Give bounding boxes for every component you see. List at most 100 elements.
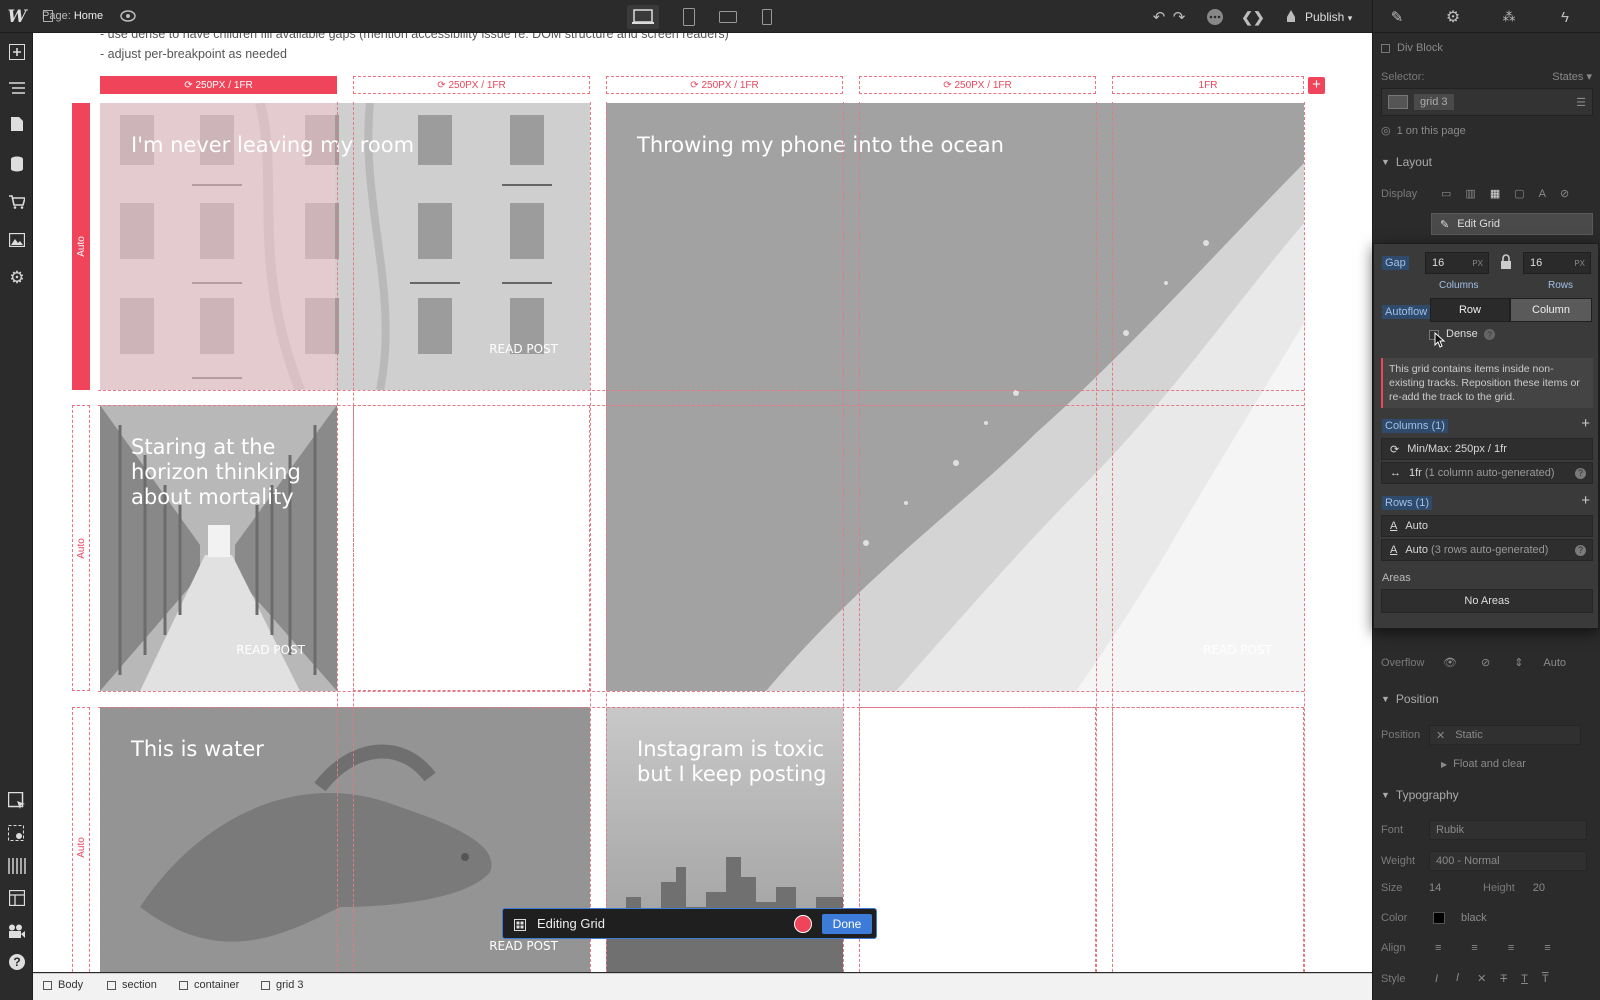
column-track-3[interactable]: ⟳ 250PX / 1FR [606,76,843,94]
record-dot-icon[interactable] [794,915,812,933]
no-areas-button[interactable]: No Areas [1381,589,1593,613]
autoflow-row-button[interactable]: Row [1430,298,1510,322]
row-gap-input[interactable]: 16 PX [1523,252,1591,274]
weight-select[interactable]: 400 - Normal [1429,851,1587,871]
row-item[interactable]: A Auto [1381,515,1593,537]
post-card-ocean[interactable]: Throwing my phone into the ocean READ PO… [606,103,1304,691]
post-card-room[interactable]: I'm never leaving my room READ POST [100,103,590,390]
column-gap-input[interactable]: 16 PX [1425,252,1489,274]
column-track-1[interactable]: ⟳ 250PX / 1FR [100,76,337,94]
position-section-header[interactable]: ▼ Position [1381,692,1592,706]
done-button[interactable]: Done [822,914,872,934]
overflow-visible-icon[interactable]: 👁 [1443,656,1457,669]
overflow-scroll-icon[interactable]: ⇕ [1514,656,1523,669]
align-right-icon[interactable]: ≡ [1508,942,1514,954]
column-item[interactable]: ⟳ Min/Max: 250px / 1fr [1381,438,1593,460]
typography-section-header[interactable]: ▼ Typography [1381,788,1592,802]
italic-alt-icon[interactable]: 𝐼 [1456,972,1459,985]
row-track-2[interactable]: Auto [72,405,90,691]
interactions-drops-icon[interactable]: ⁂ [1499,7,1519,27]
style-brush-icon[interactable]: ✎ [1387,7,1407,27]
help-icon[interactable]: ? [1575,467,1586,479]
selector-menu-icon[interactable]: ☰ [1576,96,1586,109]
navigator-icon[interactable] [6,77,28,99]
italic-icon[interactable]: I [1435,973,1438,985]
comments-icon[interactable] [1205,7,1225,27]
cms-database-icon[interactable] [6,153,28,175]
overflow-hidden-icon[interactable]: ⊘ [1481,656,1490,669]
states-dropdown[interactable]: States ▾ [1552,70,1592,83]
underline-icon[interactable]: T [1521,973,1528,985]
layout-icon[interactable] [6,887,28,909]
breadcrumb-grid[interactable]: grid 3 [261,979,304,991]
add-column-icon[interactable]: + [1581,415,1590,432]
empty-grid-cell[interactable] [353,405,590,691]
align-center-icon[interactable]: ≡ [1471,942,1477,954]
display-inline-icon[interactable]: A [1539,188,1546,200]
video-tutorial-icon[interactable] [6,920,28,942]
display-none-icon[interactable]: ⊘ [1560,187,1569,200]
page-selector[interactable]: Page: Home [42,10,103,22]
breadcrumb-body[interactable]: Body [43,979,83,991]
read-post-link[interactable]: READ POST [1203,643,1272,657]
display-grid-icon[interactable]: ▦ [1490,187,1500,200]
preview-eye-icon[interactable] [118,7,138,25]
desktop-breakpoint-icon[interactable] [627,5,659,29]
column-track-4[interactable]: ⟳ 250PX / 1FR [859,76,1096,94]
overflow-auto[interactable]: Auto [1543,657,1566,669]
row-track-3[interactable]: Auto [72,707,90,972]
gap-lock-icon[interactable] [1500,254,1512,270]
display-inline-block-icon[interactable]: ▢ [1514,187,1524,200]
position-select[interactable]: ✕ Static [1429,725,1581,745]
add-row-icon[interactable]: + [1581,492,1590,509]
color-value[interactable]: black [1461,912,1487,924]
grid-overlay-icon[interactable] [6,855,28,877]
size-input[interactable]: 14 [1429,882,1469,894]
mobile-portrait-icon[interactable] [760,7,774,27]
height-input[interactable]: 20 [1533,882,1545,894]
align-justify-icon[interactable]: ≡ [1544,942,1550,954]
pages-icon[interactable] [6,113,28,135]
lightning-icon[interactable]: ϟ [1555,7,1575,27]
help-icon[interactable]: ? [1575,544,1586,556]
strikethrough-icon[interactable]: T [1500,973,1507,985]
help-icon[interactable]: ? [1484,329,1495,340]
settings-gear-icon[interactable]: ⚙ [6,267,28,289]
designer-canvas[interactable]: - use dense to have children fill availa… [33,33,1372,972]
selector-field[interactable]: grid 3 ☰ [1381,88,1593,116]
read-post-link[interactable]: READ POST [489,939,558,953]
column-track-2[interactable]: ⟳ 250PX / 1FR [353,76,590,94]
row-track-1[interactable]: Auto [72,103,90,390]
clear-style-icon[interactable]: ✕ [1477,972,1486,985]
assets-images-icon[interactable] [6,229,28,251]
redo-icon[interactable]: ↷ [1170,8,1188,26]
breadcrumb-container[interactable]: container [179,979,239,991]
mobile-landscape-icon[interactable] [718,10,738,24]
undo-icon[interactable]: ↶ [1150,8,1168,26]
preview-box-icon[interactable] [6,823,28,845]
add-column-button[interactable]: + [1308,77,1325,94]
read-post-link[interactable]: READ POST [236,643,305,657]
column-item[interactable]: ↔ 1fr (1 column auto-generated)? [1381,462,1593,484]
help-icon[interactable]: ? [6,951,28,973]
autoflow-column-button[interactable]: Column [1510,298,1592,322]
settings-gear-icon[interactable]: ⚙ [1443,7,1463,27]
read-post-link[interactable]: READ POST [489,342,558,356]
row-item[interactable]: A Auto (3 rows auto-generated)? [1381,539,1593,561]
select-tool-icon[interactable] [6,790,28,812]
post-card-horizon[interactable]: Staring at the horizon thinking about mo… [100,405,337,691]
color-swatch[interactable] [1433,912,1445,924]
empty-grid-cell[interactable] [859,707,1096,972]
add-panel-icon[interactable] [6,41,28,63]
ecommerce-cart-icon[interactable] [6,191,28,213]
column-track-5[interactable]: 1FR [1112,76,1304,94]
publish-button[interactable]: Publish ▾ [1305,10,1352,24]
code-export-icon[interactable]: ❮❯ [1241,7,1264,27]
empty-grid-cell[interactable] [1112,707,1304,972]
tablet-breakpoint-icon[interactable] [680,7,698,27]
edit-grid-button[interactable]: ✎ Edit Grid [1431,213,1593,235]
float-clear-row[interactable]: ▶ Float and clear [1381,758,1592,770]
layout-section-header[interactable]: ▼ Layout [1381,155,1592,169]
selector-chip[interactable]: grid 3 [1414,94,1454,110]
align-left-icon[interactable]: ≡ [1435,942,1441,954]
